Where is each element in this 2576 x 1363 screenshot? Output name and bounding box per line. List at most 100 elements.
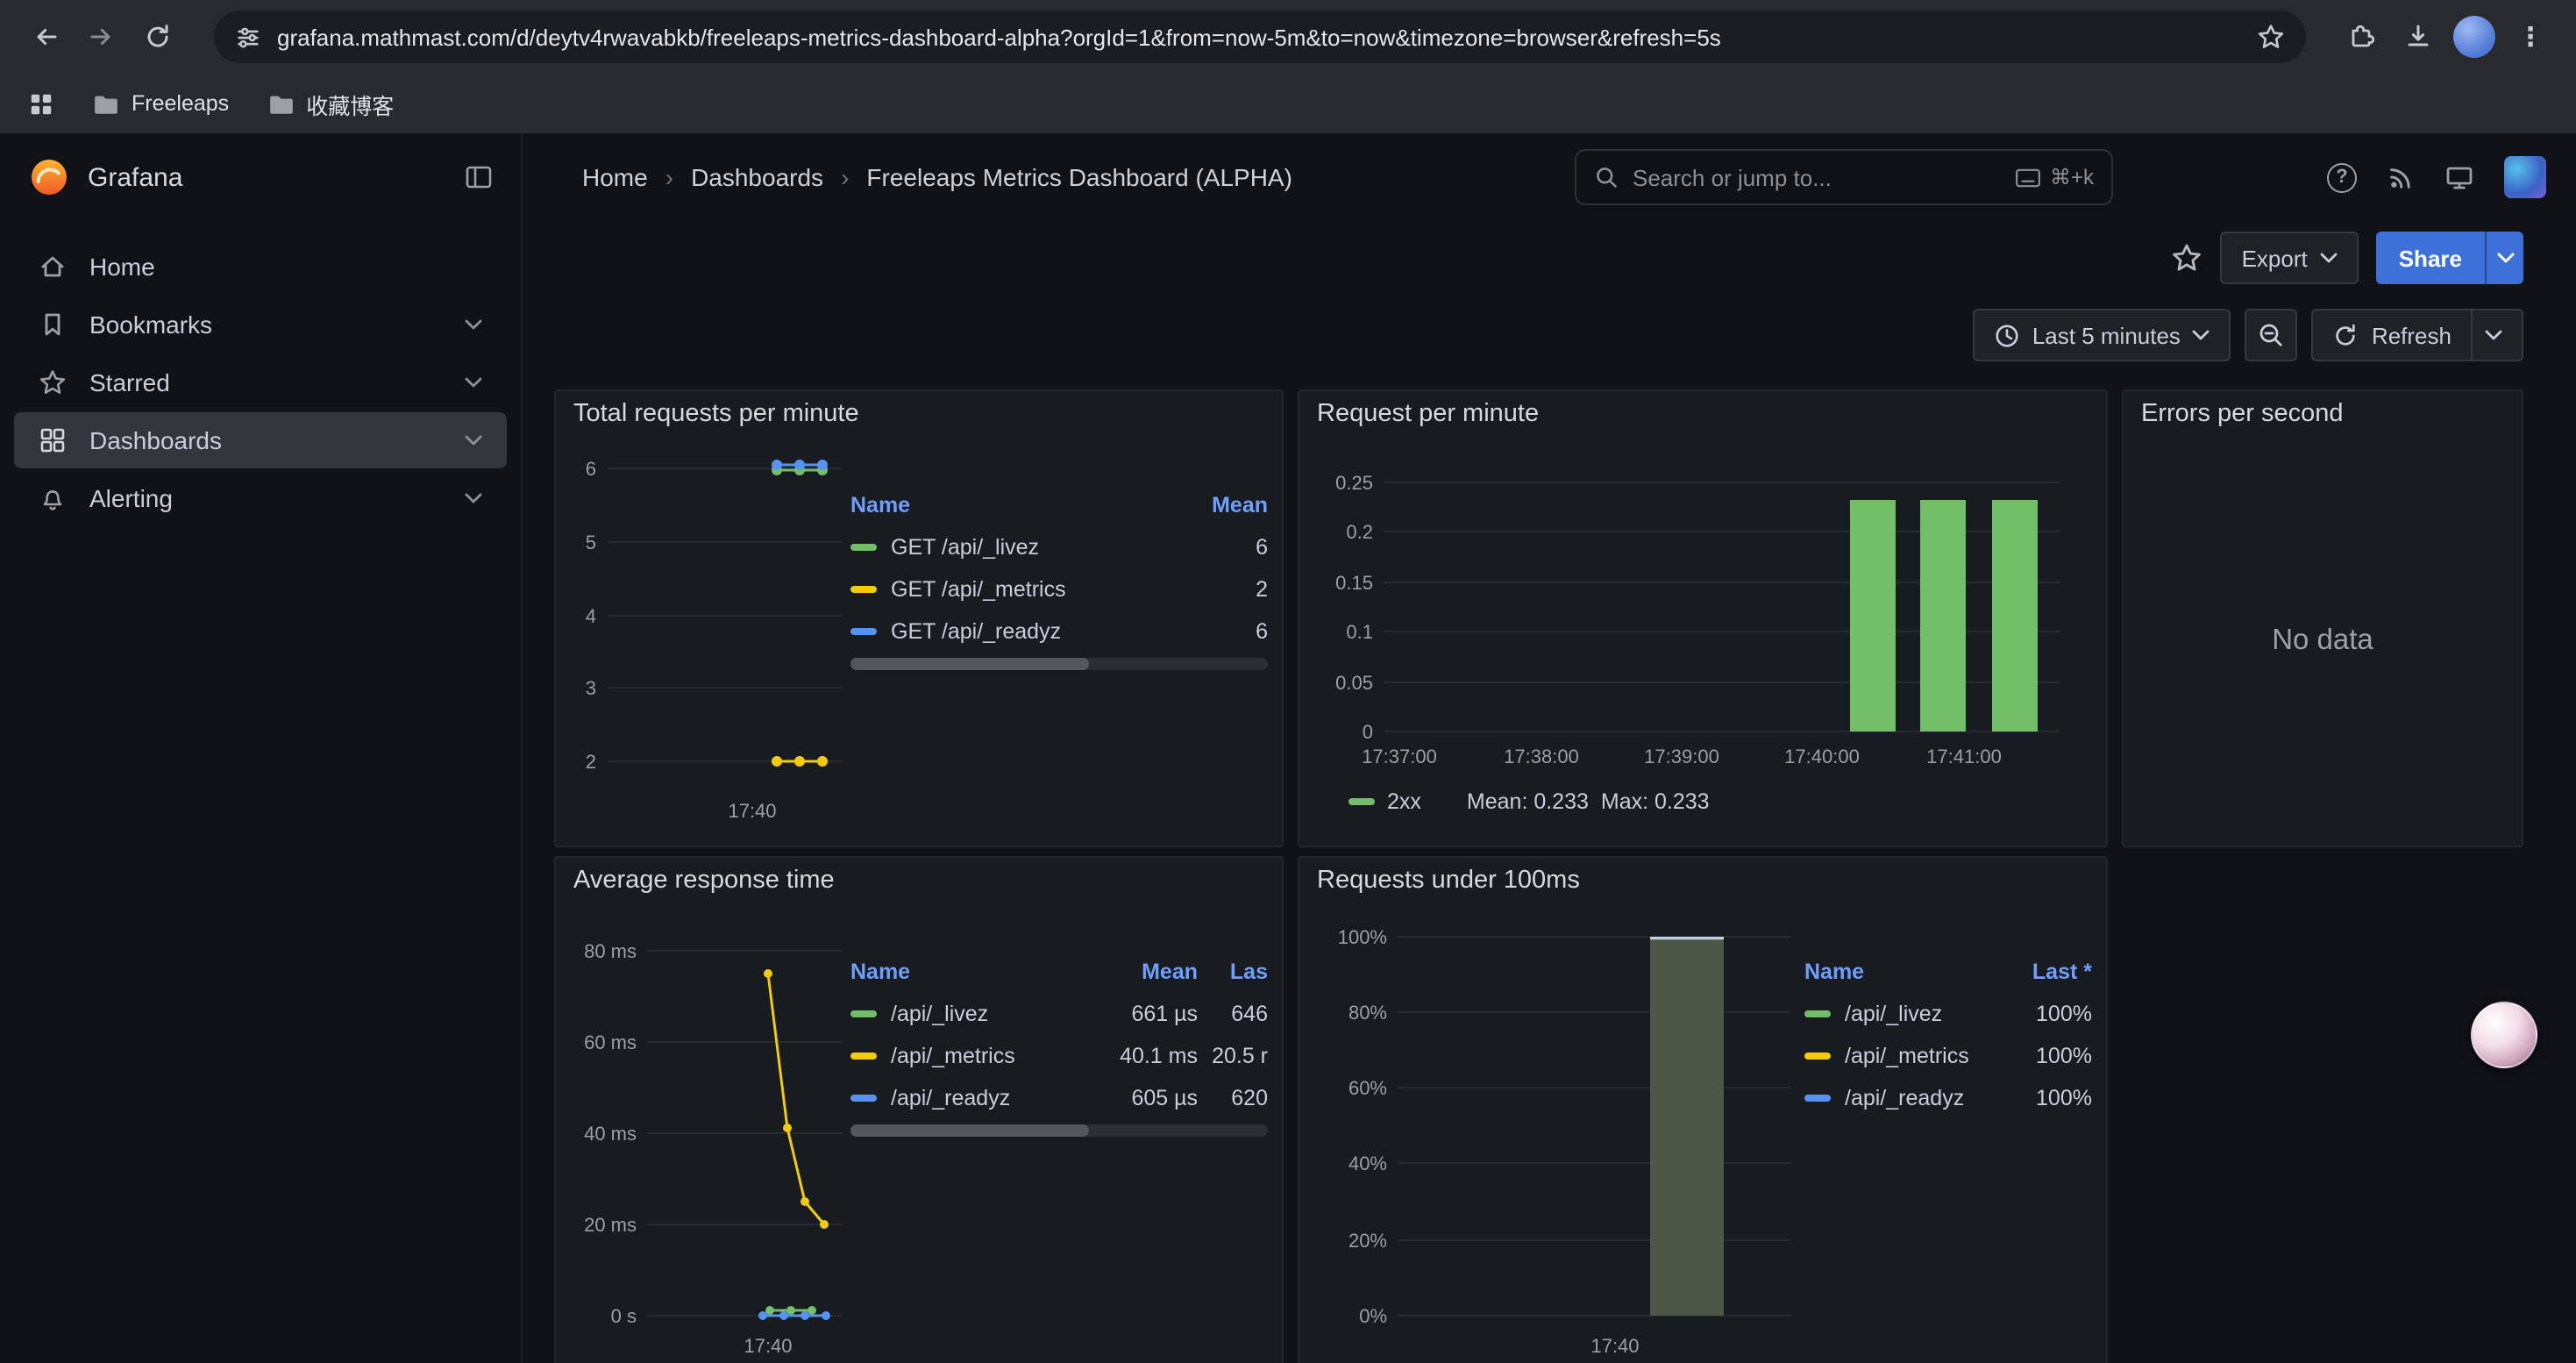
legend-requests-under-100ms: Name Last * /api/_livez 100% /api/_metri… — [1804, 903, 2092, 1363]
series-color-swatch — [850, 628, 877, 635]
no-data-message: No data — [2124, 437, 2522, 846]
panel-title[interactable]: Requests under 100ms — [1299, 858, 2106, 903]
svg-text:40 ms: 40 ms — [584, 1123, 637, 1145]
panel-errors-per-second: Errors per second No data — [2122, 389, 2523, 847]
brand-name: Grafana — [88, 162, 182, 192]
sidebar-item-home[interactable]: Home — [14, 239, 507, 295]
bookmark-star-icon[interactable] — [2257, 23, 2285, 51]
time-range-picker[interactable]: Last 5 minutes — [1973, 309, 2231, 361]
chevron-down-icon[interactable] — [465, 377, 482, 388]
search-shortcut: ⌘+k — [2015, 165, 2094, 189]
series-color-swatch — [850, 586, 877, 593]
legend-header-name[interactable]: Name — [1804, 951, 2004, 993]
browser-profile-button[interactable] — [2450, 12, 2499, 61]
legend-series-last: 20.5 r — [1198, 1035, 1268, 1077]
legend-series-mean: 605 µs — [1096, 1077, 1198, 1119]
user-avatar[interactable] — [2504, 156, 2546, 198]
series-color-swatch — [1804, 1053, 1831, 1060]
sidebar-item-starred[interactable]: Starred — [14, 354, 507, 410]
legend-header-mean[interactable]: Mean — [1180, 484, 1268, 526]
legend-hscrollbar[interactable] — [850, 1124, 1268, 1137]
site-info-icon[interactable] — [235, 24, 261, 50]
chevron-down-icon[interactable] — [465, 435, 482, 446]
browser-menu-button[interactable]: ⋮ — [2506, 12, 2555, 61]
sidebar-item-alerting[interactable]: Alerting — [14, 470, 507, 526]
breadcrumb-current: Freeleaps Metrics Dashboard (ALPHA) — [866, 163, 1292, 191]
chart-request-per-minute: 0.25 0.2 0.15 0.1 0.05 0 17:37:00 17:38:… — [1313, 437, 2067, 774]
export-label: Export — [2242, 245, 2308, 271]
reload-button[interactable] — [133, 12, 182, 61]
svg-text:17:41:00: 17:41:00 — [1926, 746, 2002, 767]
share-label[interactable]: Share — [2376, 232, 2485, 284]
refresh-button[interactable]: Refresh — [2312, 309, 2523, 361]
breadcrumb-home[interactable]: Home — [582, 163, 648, 191]
forward-arrow-icon — [88, 23, 116, 51]
legend-request-per-minute: 2xx Mean: 0.233 Max: 0.233 — [1313, 789, 2092, 814]
legend-average-response-time: Name Mean Las /api/_livez 661 µs 646 /ap… — [850, 903, 1268, 1363]
panel-total-requests: Total requests per minute 6 5 4 3 — [554, 389, 1284, 847]
chevron-down-icon[interactable] — [465, 493, 482, 503]
legend-series-name[interactable]: /api/_livez — [1804, 993, 2004, 1035]
series-color-swatch — [850, 1095, 877, 1102]
folder-icon — [93, 92, 119, 115]
svg-text:5: 5 — [586, 532, 596, 553]
legend-series-name[interactable]: /api/_readyz — [1804, 1077, 2004, 1119]
scrollbar-thumb[interactable] — [850, 658, 1088, 670]
url-text[interactable]: grafana.mathmast.com/d/deytv4rwavabkb/fr… — [277, 24, 2241, 50]
panel-title[interactable]: Average response time — [556, 858, 1282, 903]
bookmark-folder-freeleaps[interactable]: Freeleaps — [93, 91, 229, 116]
floating-assistant-avatar[interactable] — [2471, 1002, 2537, 1068]
legend-series-name[interactable]: /api/_readyz — [850, 1077, 1096, 1119]
legend-series-name[interactable]: 2xx — [1387, 789, 1421, 814]
download-icon — [2404, 23, 2432, 51]
search-shortcut-keys: ⌘+k — [2050, 165, 2094, 189]
legend-series-name[interactable]: /api/_metrics — [1804, 1035, 2004, 1077]
extensions-button[interactable] — [2338, 12, 2387, 61]
panel-title[interactable]: Total requests per minute — [556, 391, 1282, 437]
panel-title[interactable]: Request per minute — [1299, 391, 2106, 437]
apps-grid-icon[interactable] — [28, 90, 54, 117]
chevron-down-icon — [2485, 330, 2502, 340]
sidebar-item-label: Starred — [89, 368, 170, 396]
legend-hscrollbar[interactable] — [850, 658, 1268, 670]
zoom-out-button[interactable] — [2245, 309, 2298, 361]
zoom-out-icon — [2258, 321, 2286, 349]
forward-button[interactable] — [77, 12, 126, 61]
screen: grafana.mathmast.com/d/deytv4rwavabkb/fr… — [0, 0, 2576, 1363]
grafana-logo-icon[interactable] — [28, 156, 70, 198]
chevron-down-icon[interactable] — [465, 319, 482, 330]
favorite-star-icon[interactable] — [2172, 242, 2203, 274]
panel-title[interactable]: Errors per second — [2124, 391, 2522, 437]
legend-series-name[interactable]: GET /api/_metrics — [850, 568, 1180, 610]
share-menu-button[interactable] — [2485, 232, 2523, 284]
news-rss-icon[interactable] — [2387, 163, 2415, 191]
search-input[interactable]: Search or jump to... ⌘+k — [1575, 149, 2113, 205]
sidebar-item-dashboards[interactable]: Dashboards — [14, 412, 507, 468]
legend-header-last[interactable]: Las — [1198, 951, 1268, 993]
sidebar-item-bookmarks[interactable]: Bookmarks — [14, 296, 507, 353]
legend-header-name[interactable]: Name — [850, 484, 1180, 526]
breadcrumb-dashboards[interactable]: Dashboards — [691, 163, 823, 191]
legend-series-name[interactable]: GET /api/_livez — [850, 526, 1180, 568]
kebab-menu-icon: ⋮ — [2517, 21, 2544, 53]
share-button[interactable]: Share — [2376, 232, 2523, 284]
svg-text:0%: 0% — [1359, 1305, 1387, 1327]
legend-header-name[interactable]: Name — [850, 951, 1096, 993]
series-color-swatch — [850, 1010, 877, 1017]
legend-series-name[interactable]: /api/_metrics — [850, 1035, 1096, 1077]
help-icon[interactable]: ? — [2327, 162, 2357, 192]
url-bar[interactable]: grafana.mathmast.com/d/deytv4rwavabkb/fr… — [214, 11, 2306, 63]
downloads-button[interactable] — [2394, 12, 2443, 61]
refresh-interval-button[interactable] — [2471, 310, 2502, 360]
display-icon[interactable] — [2444, 163, 2474, 191]
scrollbar-thumb[interactable] — [850, 1124, 1088, 1137]
series-color-swatch — [850, 544, 877, 551]
sidebar-toggle-icon[interactable] — [465, 163, 493, 191]
bookmark-folder-blogs[interactable]: 收藏博客 — [267, 87, 394, 120]
export-button[interactable]: Export — [2221, 232, 2359, 284]
back-button[interactable] — [21, 12, 70, 61]
legend-header-last[interactable]: Last * — [2004, 951, 2092, 993]
legend-header-mean[interactable]: Mean — [1096, 951, 1198, 993]
legend-series-name[interactable]: GET /api/_readyz — [850, 610, 1180, 653]
legend-series-name[interactable]: /api/_livez — [850, 993, 1096, 1035]
